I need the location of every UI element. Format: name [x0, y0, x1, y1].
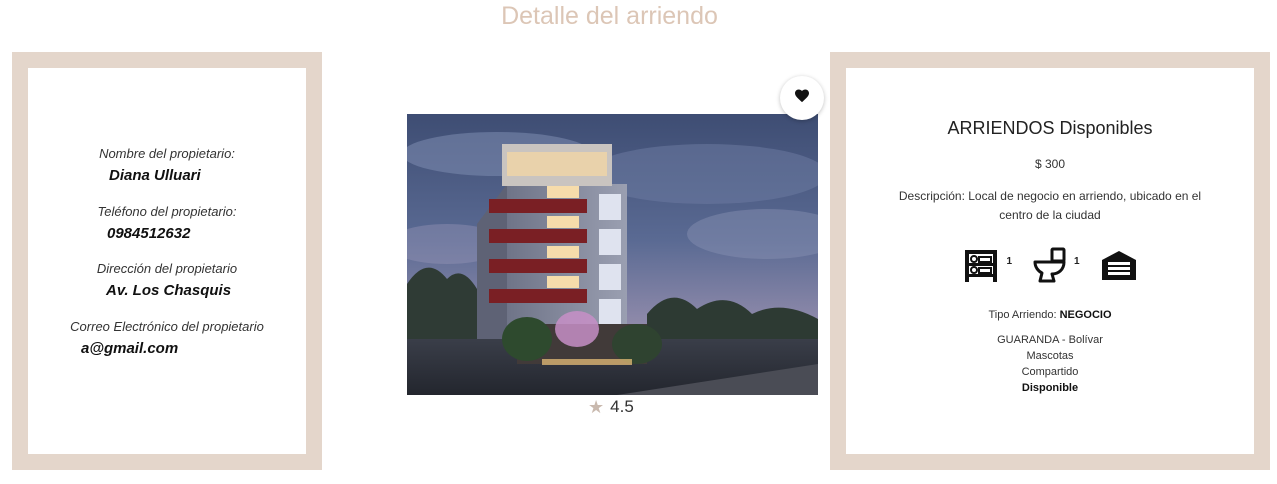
owner-email: a@gmail.com — [81, 340, 179, 357]
toilet-icon — [1032, 246, 1068, 289]
details-description: Descripción: Local de negocio en arriend… — [898, 189, 1202, 222]
rental-type: Tipo Arriendo: NEGOCIO — [846, 309, 1254, 321]
garage-icon — [1100, 246, 1138, 289]
bedroom-count: 1 — [1006, 256, 1012, 267]
owner-email-group: Correo Electrónico del propietario a@gma… — [28, 319, 306, 357]
rental-type-label: Tipo Arriendo: — [988, 309, 1057, 321]
owner-address: Av. Los Chasquis — [106, 282, 232, 299]
details-pets: Mascotas — [1026, 350, 1074, 362]
rating: ★ 4.5 — [588, 396, 634, 418]
favorite-button[interactable] — [780, 76, 824, 120]
bed-icon — [962, 246, 1000, 289]
owner-card: Nombre del propietario: Diana Ulluari Te… — [12, 52, 322, 470]
details-title: ARRIENDOS Disponibles — [947, 118, 1153, 138]
page-title: Detalle del arriendo — [501, 2, 718, 30]
owner-phone: 0984512632 — [107, 225, 191, 242]
owner-email-label: Correo Electrónico del propietario — [70, 319, 264, 334]
heart-icon — [794, 88, 810, 108]
owner-card-body: Nombre del propietario: Diana Ulluari Te… — [28, 68, 306, 454]
owner-name-label: Nombre del propietario: — [99, 146, 235, 161]
details-shared: Compartido — [1021, 366, 1079, 378]
details-status: Disponible — [1021, 382, 1079, 394]
property-photo — [407, 114, 818, 395]
details-attributes: GUARANDA - Bolívar Mascotas Compartido D… — [846, 332, 1254, 396]
owner-phone-group: Teléfono del propietario: 0984512632 — [28, 204, 306, 242]
details-price: $ 300 — [1034, 157, 1066, 171]
details-location: GUARANDA - Bolívar — [997, 334, 1103, 346]
owner-name-group: Nombre del propietario: Diana Ulluari — [28, 146, 306, 184]
details-card: ARRIENDOS Disponibles $ 300 Descripción:… — [830, 52, 1270, 470]
star-icon: ★ — [588, 397, 605, 417]
rental-type-value: NEGOCIO — [1059, 309, 1112, 321]
rating-value: 4.5 — [610, 397, 634, 416]
owner-phone-label: Teléfono del propietario: — [97, 204, 237, 219]
owner-name: Diana Ulluari — [109, 167, 201, 184]
details-card-body: ARRIENDOS Disponibles $ 300 Descripción:… — [846, 68, 1254, 454]
owner-address-group: Dirección del propietario Av. Los Chasqu… — [28, 261, 306, 299]
bathroom-count: 1 — [1074, 256, 1080, 267]
owner-address-label: Dirección del propietario — [96, 261, 238, 276]
features-row: 1 1 — [846, 246, 1254, 289]
